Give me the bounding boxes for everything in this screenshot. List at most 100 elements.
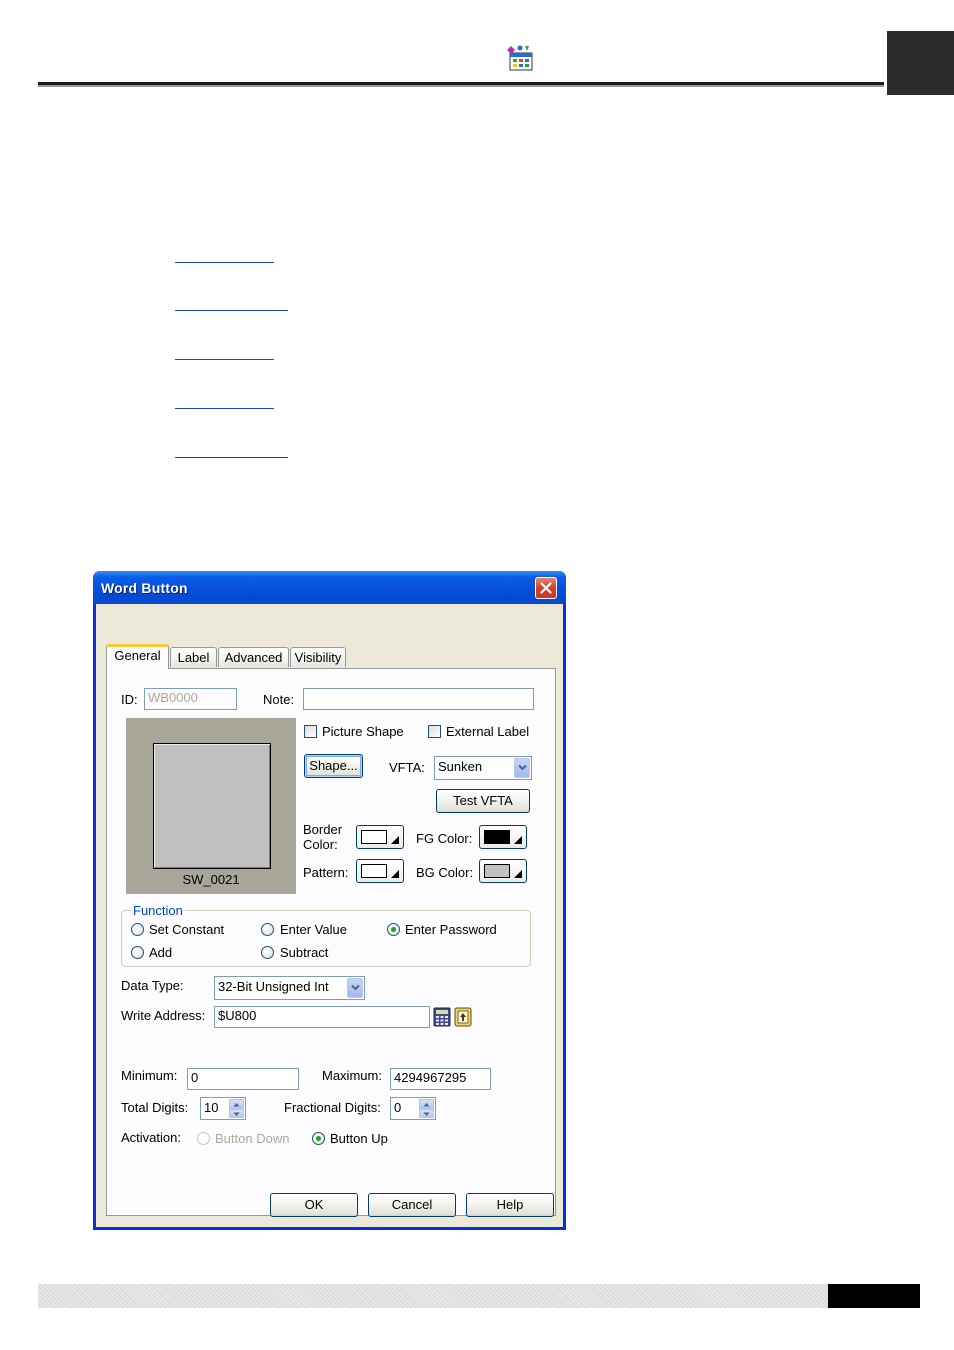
maximum-label: Maximum: [322, 1068, 382, 1083]
spin-down-icon[interactable] [229, 1108, 244, 1118]
tab-label-tab[interactable]: Label [170, 647, 217, 667]
write-address-field[interactable]: $U800 [214, 1006, 430, 1028]
function-radio-enter-password[interactable] [387, 923, 400, 936]
activation-label: Activation: [121, 1130, 181, 1145]
link-underline[interactable] [175, 359, 274, 360]
help-button[interactable]: Help [466, 1193, 554, 1217]
spin-down-icon[interactable] [419, 1108, 434, 1118]
link-underline[interactable] [175, 457, 288, 458]
data-type-label: Data Type: [121, 978, 184, 993]
address-browse-icon[interactable] [454, 1007, 472, 1027]
radio-selected-dot [316, 1136, 321, 1141]
pattern-label: Pattern: [303, 865, 349, 880]
shape-preview: SW_0021 [126, 718, 296, 894]
footer-page-block [828, 1284, 920, 1308]
function-radio-enter-value[interactable] [261, 923, 274, 936]
spinner-buttons[interactable] [419, 1099, 434, 1118]
header-rule-shadow [38, 85, 884, 87]
calculator-icon[interactable] [433, 1007, 451, 1027]
function-option-label: Add [149, 945, 173, 960]
note-field[interactable] [303, 688, 534, 710]
total-digits-label: Total Digits: [121, 1100, 189, 1115]
note-label: Note: [263, 692, 295, 707]
spin-up-icon[interactable] [419, 1099, 434, 1109]
function-radio-set-constant[interactable] [131, 923, 144, 936]
external-label-label: External Label [446, 724, 530, 739]
dialog-title: Word Button [101, 580, 188, 596]
tab-general[interactable]: General [106, 644, 169, 669]
minimum-label: Minimum: [121, 1068, 178, 1083]
external-label-checkbox[interactable] [428, 725, 441, 738]
function-option-label: Subtract [280, 945, 329, 960]
chevron-down-icon[interactable] [514, 758, 530, 778]
activation-option-label: Button Down [215, 1131, 290, 1146]
dropdown-triangle-icon [391, 870, 399, 878]
tab-visibility[interactable]: Visibility [290, 647, 346, 667]
vfta-value: Sunken [438, 759, 483, 774]
id-label: ID: [121, 692, 138, 707]
data-type-value: 32-Bit Unsigned Int [218, 979, 329, 994]
border-color-picker[interactable] [356, 825, 404, 849]
dialog-titlebar[interactable]: Word Button [93, 571, 566, 604]
link-underline[interactable] [175, 310, 288, 311]
border-color-label: Border [303, 822, 343, 837]
activation-option-label: Button Up [330, 1131, 388, 1146]
chapter-tab-block [887, 31, 954, 95]
dropdown-triangle-icon [514, 870, 522, 878]
function-option-label: Set Constant [149, 922, 225, 937]
vfta-label: VFTA: [389, 760, 425, 775]
bg-color-swatch [484, 864, 510, 878]
spinner-buttons[interactable] [229, 1099, 244, 1118]
activation-radio-button-down [197, 1132, 210, 1145]
function-legend: Function [131, 903, 185, 918]
data-type-select[interactable]: 32-Bit Unsigned Int [214, 976, 365, 1000]
total-digits-value: 10 [204, 1100, 219, 1115]
shape-button[interactable]: Shape... [304, 754, 363, 778]
app-icon [507, 44, 535, 72]
fractional-digits-stepper[interactable]: 0 [390, 1097, 436, 1120]
dialog-client-area: General Label Advanced Visibility ID: WB… [96, 604, 563, 1227]
function-option-label: Enter Password [405, 922, 497, 937]
fractional-digits-value: 0 [394, 1100, 402, 1115]
dropdown-triangle-icon [514, 836, 522, 844]
fractional-digits-label: Fractional Digits: [284, 1100, 381, 1115]
fg-color-swatch [484, 830, 510, 844]
dropdown-triangle-icon [391, 836, 399, 844]
picture-shape-label: Picture Shape [322, 724, 404, 739]
total-digits-stepper[interactable]: 10 [200, 1097, 246, 1120]
picture-shape-checkbox[interactable] [304, 725, 317, 738]
link-underline[interactable] [175, 262, 274, 263]
activation-radio-button-up[interactable] [312, 1132, 325, 1145]
test-vfta-button[interactable]: Test VFTA [436, 789, 530, 813]
tab-advanced[interactable]: Advanced [218, 647, 289, 667]
tab-label: General [114, 648, 161, 663]
chevron-down-icon[interactable] [347, 978, 363, 998]
border-color-label: Color: [303, 837, 338, 852]
spin-up-icon[interactable] [229, 1099, 244, 1109]
bg-color-picker[interactable] [479, 859, 527, 883]
pattern-picker[interactable] [356, 859, 404, 883]
link-underline[interactable] [175, 408, 274, 409]
fg-color-picker[interactable] [479, 825, 527, 849]
preview-caption: SW_0021 [182, 872, 240, 887]
write-address-label: Write Address: [121, 1008, 206, 1023]
vfta-select[interactable]: Sunken [434, 756, 532, 780]
maximum-field[interactable]: 4294967295 [390, 1068, 491, 1090]
id-field: WB0000 [144, 688, 237, 710]
pattern-swatch [361, 864, 387, 878]
ok-button[interactable]: OK [270, 1193, 358, 1217]
tab-label: Advanced [224, 650, 283, 665]
fg-color-label: FG Color: [416, 831, 473, 846]
word-button-dialog: Word Button General Label Advanced Visib… [93, 571, 566, 1230]
function-option-label: Enter Value [280, 922, 347, 937]
radio-selected-dot [391, 927, 396, 932]
footer-band [38, 1284, 828, 1308]
close-icon[interactable] [535, 577, 557, 599]
tab-label: Label [177, 650, 210, 665]
preview-button-shape [153, 743, 271, 869]
bg-color-label: BG Color: [416, 865, 474, 880]
function-radio-subtract[interactable] [261, 946, 274, 959]
function-radio-add[interactable] [131, 946, 144, 959]
cancel-button[interactable]: Cancel [368, 1193, 456, 1217]
minimum-field[interactable]: 0 [187, 1068, 299, 1090]
